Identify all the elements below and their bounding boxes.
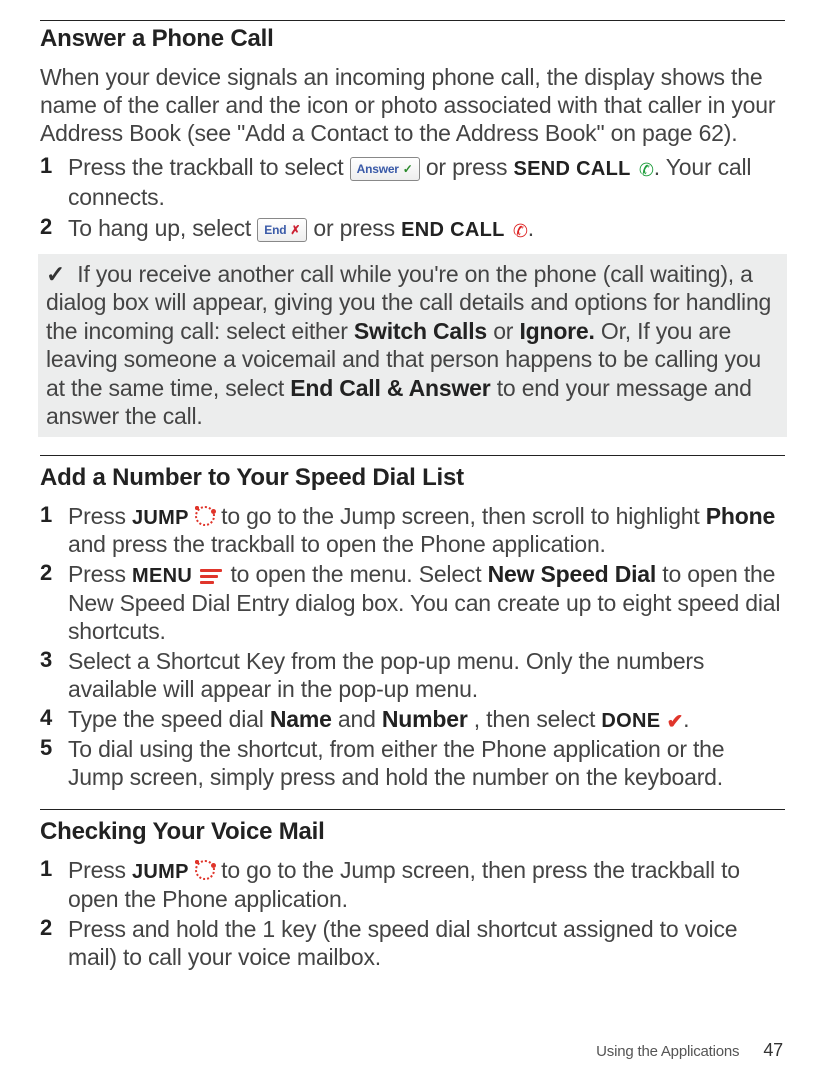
step-body: Type the speed dial Name and Number , th…	[68, 705, 785, 733]
jump-label: JUMP	[132, 507, 189, 529]
step-1: 1 Press JUMP to go to the Jump screen, t…	[40, 856, 785, 912]
name-label: Name	[270, 706, 332, 732]
text: Press	[68, 857, 132, 883]
step-2: 2 Press MENU to open the menu. Select Ne…	[40, 560, 785, 644]
text: , then select	[474, 706, 602, 732]
number-label: Number	[382, 706, 468, 732]
new-speed-dial-label: New Speed Dial	[488, 561, 656, 587]
phone-label: Phone	[706, 503, 775, 529]
send-call-label: SEND CALL	[514, 158, 631, 180]
heading-answer-call: Answer a Phone Call	[40, 25, 785, 53]
step-body: Press JUMP to go to the Jump screen, the…	[68, 856, 785, 912]
ignore-label: Ignore.	[519, 318, 594, 344]
answer-call-steps: 1 Press the trackball to select Answer o…	[40, 153, 785, 244]
step-number: 5	[40, 735, 68, 762]
tip-box: ✓ If you receive another call while you'…	[38, 254, 787, 437]
voice-mail-steps: 1 Press JUMP to go to the Jump screen, t…	[40, 856, 785, 971]
step-body: To hang up, select End or press END CALL…	[68, 214, 785, 244]
send-call-icon: ✆	[639, 160, 654, 182]
menu-label: MENU	[132, 565, 192, 587]
check-icon: ✓	[46, 261, 65, 287]
step-number: 2	[40, 915, 68, 942]
step-2: 2 Press and hold the 1 key (the speed di…	[40, 915, 785, 971]
answer-button-icon: Answer	[350, 157, 420, 181]
heading-voice-mail: Checking Your Voice Mail	[40, 818, 785, 846]
jump-icon	[195, 506, 215, 526]
step-1: 1 Press the trackball to select Answer o…	[40, 153, 785, 211]
divider	[40, 20, 785, 21]
end-call-answer-label: End Call & Answer	[290, 375, 490, 401]
footer-section: Using the Applications	[596, 1043, 739, 1060]
heading-speed-dial: Add a Number to Your Speed Dial List	[40, 464, 785, 492]
step-body: Press the trackball to select Answer or …	[68, 153, 785, 211]
speed-dial-steps: 1 Press JUMP to go to the Jump screen, t…	[40, 502, 785, 792]
end-call-icon: ✆	[513, 221, 528, 243]
step-body: Press MENU to open the menu. Select New …	[68, 560, 785, 644]
page: Answer a Phone Call When your device sig…	[0, 0, 825, 1089]
text: to go to the Jump screen, then scroll to…	[221, 503, 706, 529]
step-body: To dial using the shortcut, from either …	[68, 735, 785, 791]
step-body: Select a Shortcut Key from the pop-up me…	[68, 647, 785, 703]
text: or press	[426, 154, 514, 180]
step-3: 3 Select a Shortcut Key from the pop-up …	[40, 647, 785, 703]
page-footer: Using the Applications 47	[596, 1040, 783, 1061]
divider	[40, 809, 785, 810]
text: To hang up, select	[68, 215, 257, 241]
step-number: 1	[40, 153, 68, 180]
step-1: 1 Press JUMP to go to the Jump screen, t…	[40, 502, 785, 558]
step-body: Press and hold the 1 key (the speed dial…	[68, 915, 785, 971]
step-number: 2	[40, 214, 68, 241]
text: .	[528, 215, 534, 241]
done-icon: ✔	[667, 710, 684, 734]
jump-icon	[195, 860, 215, 880]
step-number: 1	[40, 856, 68, 883]
text: Press the trackball to select	[68, 154, 350, 180]
page-number: 47	[763, 1040, 783, 1061]
divider	[40, 455, 785, 456]
switch-calls-label: Switch Calls	[354, 318, 487, 344]
step-4: 4 Type the speed dial Name and Number , …	[40, 705, 785, 733]
text: to open the menu. Select	[230, 561, 487, 587]
end-button-icon: End	[257, 218, 307, 242]
step-body: Press JUMP to go to the Jump screen, the…	[68, 502, 785, 558]
menu-icon	[200, 569, 222, 583]
step-number: 2	[40, 560, 68, 587]
step-number: 1	[40, 502, 68, 529]
text: Type the speed dial	[68, 706, 270, 732]
text: and press the trackball to open the Phon…	[68, 531, 606, 557]
end-call-label: END CALL	[401, 219, 505, 241]
done-label: DONE	[601, 710, 660, 732]
step-5: 5 To dial using the shortcut, from eithe…	[40, 735, 785, 791]
step-2: 2 To hang up, select End or press END CA…	[40, 214, 785, 244]
intro-text: When your device signals an incoming pho…	[40, 63, 785, 147]
jump-label: JUMP	[132, 861, 189, 883]
text: Press	[68, 503, 132, 529]
text: .	[683, 706, 689, 732]
text: or press	[313, 215, 401, 241]
text: and	[338, 706, 382, 732]
step-number: 4	[40, 705, 68, 732]
step-number: 3	[40, 647, 68, 674]
tip-text: or	[493, 318, 519, 344]
text: Press	[68, 561, 132, 587]
